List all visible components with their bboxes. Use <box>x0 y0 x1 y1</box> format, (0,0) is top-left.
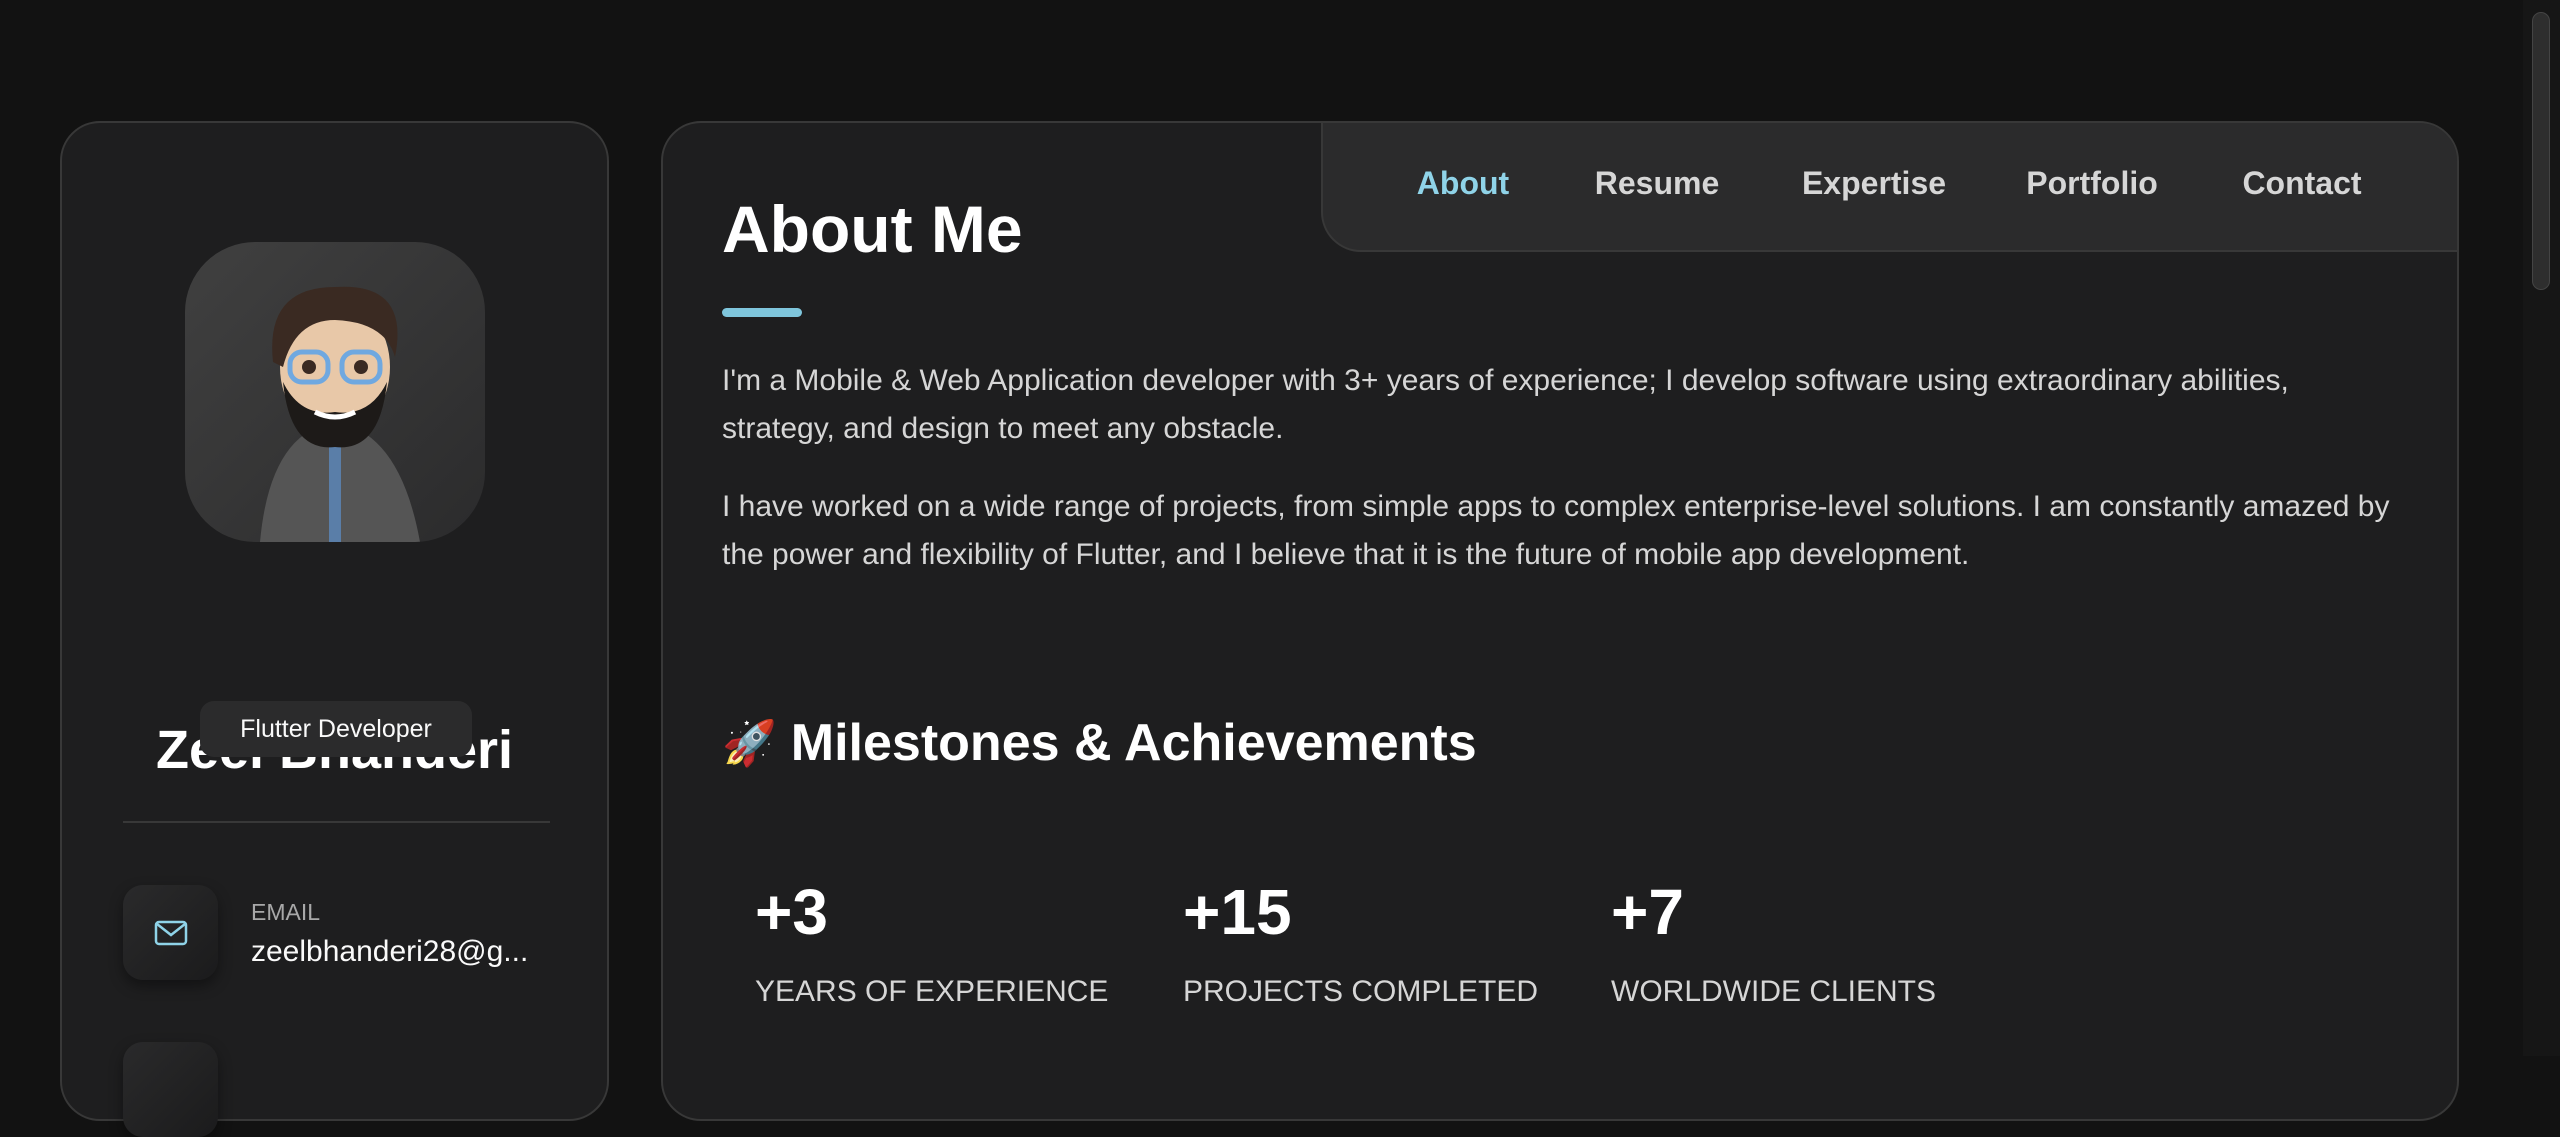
stat-label: WORLDWIDE CLIENTS <box>1611 975 1937 1008</box>
about-paragraph-2: I have worked on a wide range of project… <box>722 490 2390 571</box>
nav-portfolio[interactable]: Portfolio <box>2026 165 2158 202</box>
stat-value: +15 <box>1183 876 1292 948</box>
mail-icon <box>154 920 187 945</box>
email-value[interactable]: zeelbhanderi28@g... <box>251 935 528 969</box>
stat-projects: +15 PROJECTS COMPLETED <box>1183 875 1538 1008</box>
rocket-icon: 🚀 <box>722 719 777 768</box>
stat-label: YEARS OF EXPERIENCE <box>755 975 1109 1008</box>
stat-experience: +3 YEARS OF EXPERIENCE <box>755 875 1108 1008</box>
nav-resume[interactable]: Resume <box>1595 165 1720 202</box>
stat-value: +3 <box>755 876 828 948</box>
nav-expertise[interactable]: Expertise <box>1802 165 1946 202</box>
contact-icon-box[interactable] <box>123 1042 218 1137</box>
stat-clients: +7 WORLDWIDE CLIENTS <box>1611 875 1936 1008</box>
profile-sidebar: Zeel Bhanderi Flutter Developer EMAIL ze… <box>60 121 609 1137</box>
stat-value: +7 <box>1611 876 1684 948</box>
top-nav: About Resume Expertise Portfolio Contact <box>1321 123 2457 252</box>
about-paragraph-1: I'm a Mobile & Web Application developer… <box>722 364 2289 445</box>
role-badge: Flutter Developer <box>200 701 472 757</box>
nav-about[interactable]: About <box>1417 165 1509 202</box>
email-label: EMAIL <box>251 899 321 925</box>
main-content: About Resume Expertise Portfolio Contact… <box>661 121 2459 1121</box>
memoji-avatar-image <box>260 286 420 542</box>
avatar <box>185 242 485 542</box>
milestones-title: Milestones & Achievements <box>790 714 1477 772</box>
email-icon-box[interactable] <box>123 885 218 980</box>
scrollbar[interactable] <box>2523 0 2560 1056</box>
scrollbar-thumb[interactable] <box>2532 12 2550 290</box>
stat-label: PROJECTS COMPLETED <box>1183 975 1539 1008</box>
nav-contact[interactable]: Contact <box>2242 165 2361 202</box>
milestones-heading: 🚀 Milestones & Achievements <box>722 713 1477 773</box>
divider <box>123 821 550 823</box>
title-underline <box>722 308 802 317</box>
page-title: About Me <box>722 192 1023 266</box>
